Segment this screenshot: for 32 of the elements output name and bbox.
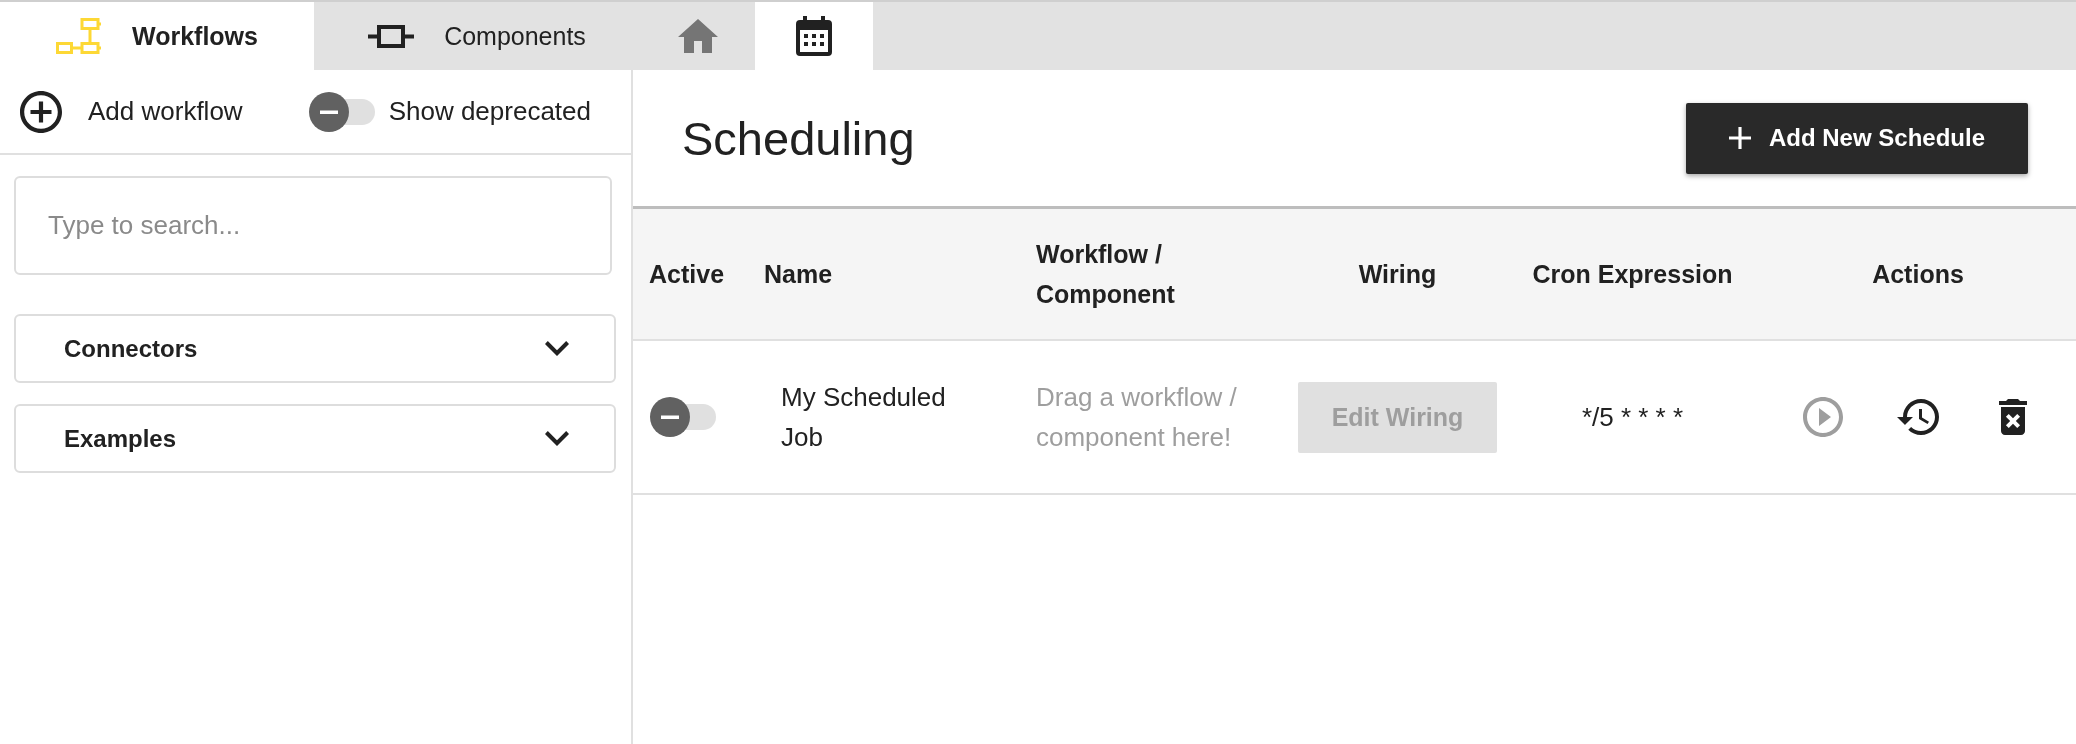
- tab[interactable]: Workflows: [0, 2, 314, 70]
- toggle-switch[interactable]: [308, 91, 377, 132]
- toggle-label: Show deprecated: [388, 96, 591, 127]
- drop-zone-hint: Drag a workflow / component here!: [1035, 381, 1238, 454]
- column-header: Name: [763, 259, 834, 290]
- chevron-icon: [545, 430, 569, 447]
- calendar-icon: [796, 16, 832, 56]
- column-header: Active: [648, 259, 726, 290]
- table-cell-text: My Scheduled Job: [780, 381, 947, 454]
- tab[interactable]: [755, 2, 873, 70]
- delete-icon[interactable]: [1999, 399, 2027, 435]
- accordion-header[interactable]: Examples: [14, 404, 616, 473]
- flowchart-icon: [56, 18, 102, 54]
- component-icon: [368, 24, 415, 48]
- accordion-header[interactable]: Connectors: [14, 314, 616, 383]
- add-schedule-button[interactable]: Add New Schedule: [1686, 102, 2028, 174]
- column-header: Wiring: [1357, 259, 1438, 290]
- page-title: Scheduling: [682, 110, 915, 166]
- add-workflow-button[interactable]: Add workflow: [20, 90, 243, 133]
- plus-icon: [1728, 127, 1751, 149]
- home-icon: [677, 19, 718, 53]
- chevron-icon: [545, 340, 569, 357]
- column-header: Workflow / Component: [1035, 239, 1176, 310]
- column-header: Actions: [1871, 259, 1965, 290]
- toggle-switch[interactable]: [650, 397, 718, 437]
- column-header: Cron Expression: [1531, 259, 1734, 290]
- tab[interactable]: Components: [314, 2, 640, 70]
- toggle-thumb-icon: [308, 91, 349, 132]
- history-icon[interactable]: [1897, 399, 1939, 435]
- table-cell-text: */5 * * * *: [1580, 401, 1685, 433]
- search-field[interactable]: Type to search...: [14, 176, 612, 275]
- toggle-thumb-icon: [650, 397, 690, 437]
